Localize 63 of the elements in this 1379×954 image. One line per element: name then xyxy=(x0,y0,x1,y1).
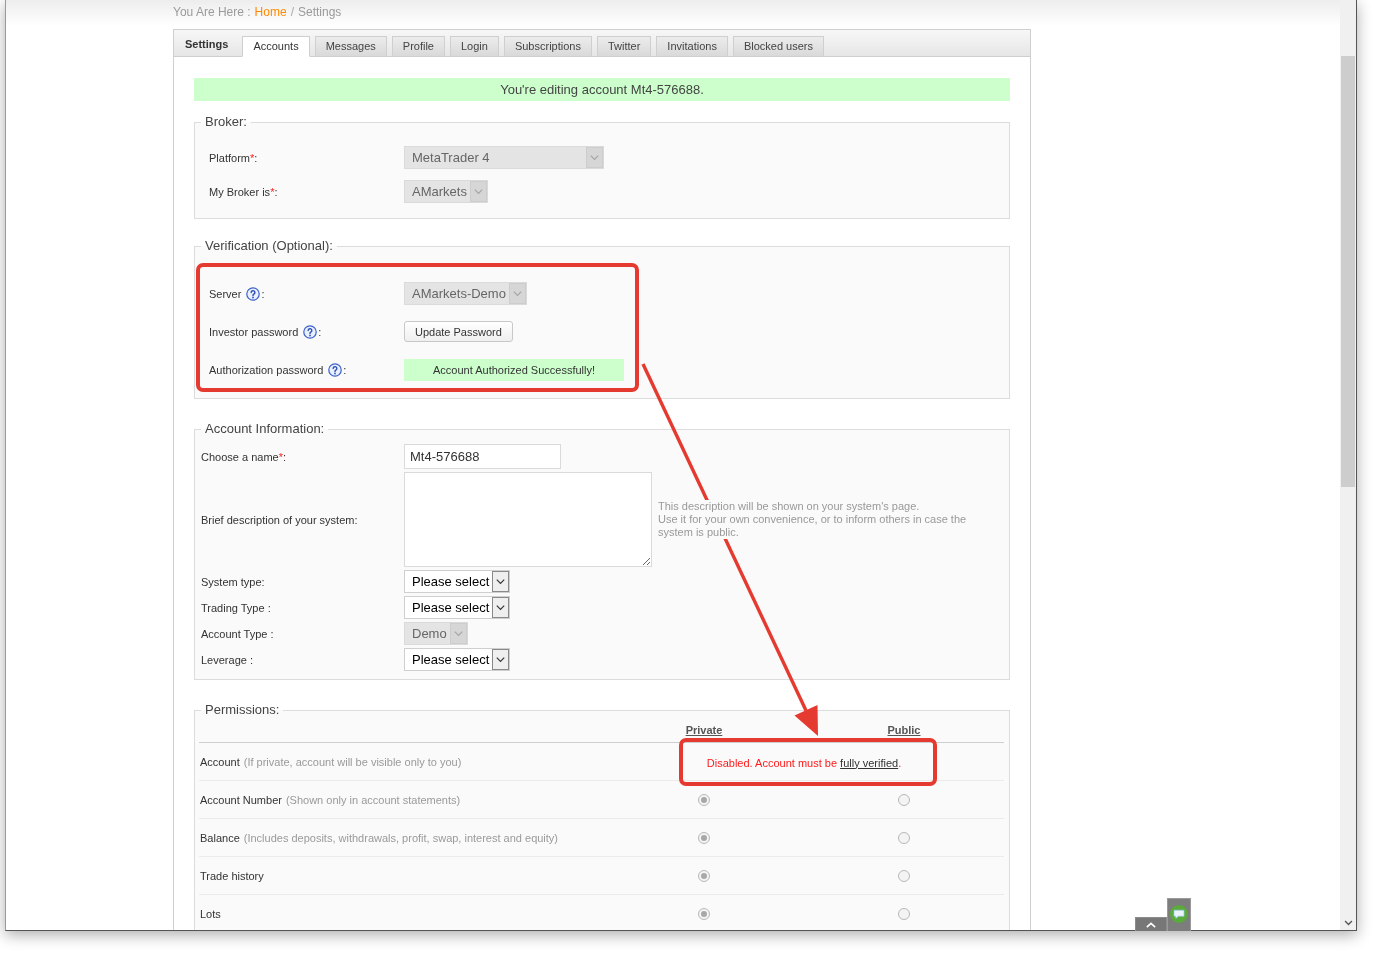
field-label: Brief description of your system: xyxy=(201,513,358,526)
tab[interactable]: Messages xyxy=(314,36,387,57)
status-message: Account Authorized Successfully! xyxy=(404,358,624,381)
permission-label: Account Number xyxy=(200,793,282,806)
label-colon: : xyxy=(318,325,322,338)
field-label: Account Type : xyxy=(201,627,274,640)
dropdown[interactable]: Please select xyxy=(404,596,511,619)
description-field[interactable] xyxy=(404,472,652,567)
breadcrumb-label: You Are Here : xyxy=(173,4,251,20)
field-hint: Use it for your own convenience, or to inform others in case the system is public. xyxy=(658,513,968,539)
field-label: Server xyxy=(209,287,242,300)
column-header[interactable]: Private xyxy=(685,724,723,736)
chat-bubble-icon xyxy=(1170,905,1188,923)
field-label: Platform*: xyxy=(209,151,258,164)
tab[interactable]: Login xyxy=(450,36,499,57)
field-label: Authorization password xyxy=(209,363,324,376)
field-label: Choose a name*: xyxy=(201,450,286,463)
permission-label: Account xyxy=(200,755,240,768)
field-label: My Broker is*: xyxy=(209,185,278,198)
field-label: Leverage : xyxy=(201,653,253,666)
form-button[interactable]: Update Password xyxy=(404,321,513,342)
dropdown[interactable]: Please select xyxy=(404,570,511,593)
permission-label: Balance xyxy=(200,831,240,844)
section-legend: Verification (Optional): xyxy=(201,238,337,254)
permission-note: (Includes deposits, withdrawals, profit, swap, interest and equity) xyxy=(243,831,559,844)
caret-icon[interactable] xyxy=(492,571,510,592)
tab[interactable]: Invitations xyxy=(656,36,728,57)
chat-button[interactable] xyxy=(1167,898,1191,931)
label-colon: : xyxy=(343,363,347,376)
section-legend: Account Information: xyxy=(201,421,329,437)
permission-label: Trade history xyxy=(200,869,264,882)
field-label: System type: xyxy=(201,575,265,588)
dropdown[interactable]: Please select xyxy=(404,648,511,671)
section-legend: Permissions: xyxy=(201,702,284,718)
scrollbar[interactable] xyxy=(1340,0,1356,930)
breadcrumb-separator: / xyxy=(290,4,294,20)
column-header[interactable]: Public xyxy=(887,724,921,736)
label-colon: : xyxy=(261,287,265,300)
caret-icon[interactable] xyxy=(492,649,510,670)
field-hint: This description will be shown on your system's page. xyxy=(658,500,921,513)
permission-note: (Shown only in account statements) xyxy=(285,793,461,806)
chevron-up-icon xyxy=(1146,922,1156,928)
chevron-down-icon[interactable] xyxy=(1343,920,1353,926)
text-field[interactable]: Mt4-576688 xyxy=(404,444,561,469)
notice-banner: You're editing account Mt4-576688. xyxy=(194,78,1010,101)
field-label: Trading Type : xyxy=(201,601,271,614)
disabled-message: Disabled. Account must be fully verified. xyxy=(706,756,902,769)
back-to-top-button[interactable] xyxy=(1135,917,1167,931)
permission-label: Lots xyxy=(200,907,221,920)
tab[interactable]: Twitter xyxy=(596,36,652,57)
help-icon[interactable] xyxy=(303,324,318,339)
tab[interactable]: Blocked users xyxy=(732,36,824,57)
breadcrumb-current: Settings xyxy=(297,4,342,20)
tab[interactable]: Accounts xyxy=(242,36,310,57)
field-label: Investor password xyxy=(209,325,299,338)
scrollbar-thumb[interactable] xyxy=(1341,56,1355,487)
caret-icon[interactable] xyxy=(492,597,510,618)
section-legend: Broker: xyxy=(201,114,251,130)
tab[interactable]: Subscriptions xyxy=(503,36,592,57)
tab[interactable]: Profile xyxy=(391,36,445,57)
tabs-heading: Settings xyxy=(185,37,229,50)
permission-note: (If private, account will be visible only to you) xyxy=(243,755,462,768)
help-icon[interactable] xyxy=(328,362,343,377)
